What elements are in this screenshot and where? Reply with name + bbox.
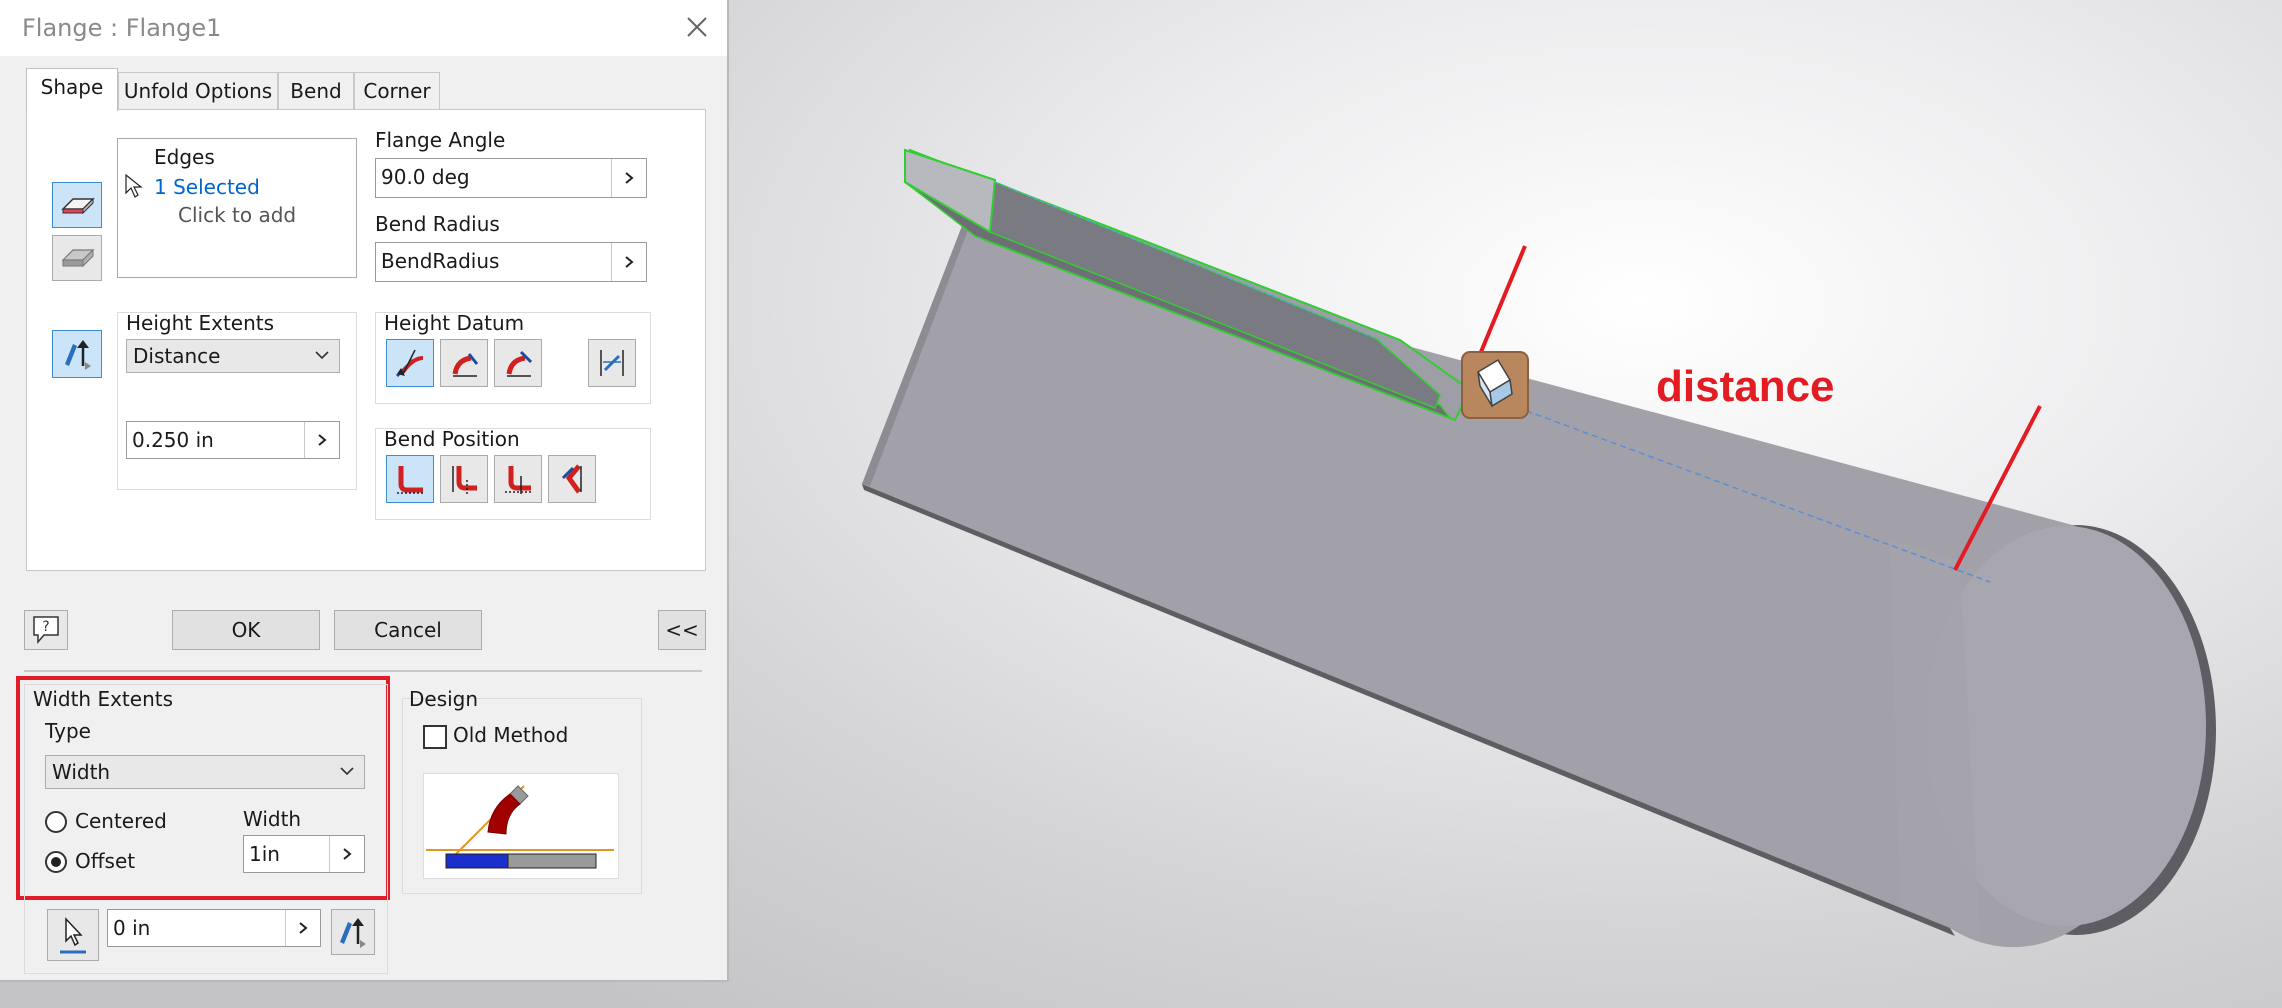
- bend-radius-field[interactable]: BendRadius: [375, 242, 647, 282]
- divider: [24, 670, 702, 672]
- window-title: Flange : Flange1: [22, 14, 222, 42]
- offset-label: Offset: [75, 849, 136, 873]
- flip-direction-button[interactable]: [52, 330, 102, 378]
- bend-position-from-adjacent-button[interactable]: [494, 455, 542, 503]
- align-parallel-icon: [600, 350, 624, 376]
- flip-direction-icon: [65, 340, 91, 370]
- chevron-right-icon: [343, 848, 352, 860]
- flange-angle-value: 90.0 deg: [381, 165, 470, 189]
- offset-value-field[interactable]: 0 in: [107, 909, 321, 947]
- datum-outer-mold-line-button[interactable]: [386, 339, 434, 387]
- height-extents-group: Height Extents Distance 0.250 in: [117, 311, 357, 490]
- offset-value: 0 in: [113, 916, 151, 940]
- height-extents-label: Height Extents: [126, 311, 275, 335]
- tab-corner[interactable]: Corner: [354, 72, 440, 110]
- tab-shape[interactable]: Shape: [26, 68, 118, 111]
- flange-angle-menu-button[interactable]: [611, 159, 646, 197]
- flange-angle-field[interactable]: 90.0 deg: [375, 158, 647, 198]
- edges-title: Edges: [154, 145, 215, 169]
- help-button[interactable]: ?: [24, 610, 68, 650]
- centered-radio[interactable]: [45, 811, 67, 833]
- design-preview-image: [423, 773, 619, 879]
- bend-radius-menu-button[interactable]: [611, 243, 646, 281]
- datum-align-parallel-button[interactable]: [588, 339, 636, 387]
- bend-position-group: Bend Position: [375, 427, 651, 520]
- tab-bend[interactable]: Bend: [278, 72, 354, 110]
- width-extents-group: Width Extents Type Width Centered Offset…: [24, 684, 388, 974]
- bend-position-label: Bend Position: [384, 427, 520, 451]
- edges-box[interactable]: Edges 1 Selected Click to add: [117, 138, 357, 278]
- cancel-button[interactable]: Cancel: [334, 610, 482, 650]
- offset-radio[interactable]: [45, 851, 67, 873]
- flange-angle-label: Flange Angle: [375, 128, 506, 152]
- chevron-right-icon: [625, 256, 634, 268]
- datum-tangent-button[interactable]: [494, 339, 542, 387]
- chevron-right-icon: [318, 434, 327, 446]
- edge-select-icon: [61, 197, 95, 215]
- collapse-button[interactable]: <<: [658, 610, 706, 650]
- width-value: 1in: [249, 842, 280, 866]
- edges-hint: Click to add: [178, 203, 297, 227]
- width-extents-label: Width Extents: [33, 687, 174, 711]
- old-method-checkbox[interactable]: [423, 725, 447, 749]
- shape-tab-panel: Edges 1 Selected Click to add Flange Ang…: [26, 109, 706, 571]
- edges-selected-count[interactable]: 1 Selected: [154, 175, 260, 199]
- width-type-value: Width: [52, 760, 111, 784]
- ok-button[interactable]: OK: [172, 610, 320, 650]
- edge-select-button[interactable]: [52, 182, 102, 228]
- svg-text:?: ?: [42, 619, 49, 635]
- chevron-right-icon: [625, 172, 634, 184]
- close-button[interactable]: [678, 10, 714, 46]
- datum-tangent-icon: [506, 350, 533, 377]
- title-bar: Flange : Flange1: [0, 0, 727, 56]
- height-distance-menu-button[interactable]: [304, 422, 339, 458]
- datum-inner-mold-line-button[interactable]: [440, 339, 488, 387]
- offset-flip-button[interactable]: [331, 909, 375, 955]
- bend-radius-label: Bend Radius: [375, 212, 500, 236]
- width-type-label: Type: [45, 719, 91, 743]
- tab-unfold-options[interactable]: Unfold Options: [118, 72, 278, 110]
- chevron-right-icon: [299, 922, 308, 934]
- flange-direction-glyph[interactable]: [1461, 351, 1529, 419]
- datum-outer-icon: [395, 349, 424, 378]
- height-extents-type-value: Distance: [133, 344, 221, 368]
- bend-diagram-icon: [426, 785, 614, 869]
- datum-inner-icon: [452, 353, 479, 377]
- bend-adjacent-icon: [505, 466, 533, 494]
- bend-outside-icon: [452, 466, 477, 494]
- design-label: Design: [409, 687, 479, 711]
- distance-annotation: distance: [1656, 362, 1835, 411]
- bend-inside-icon: [397, 466, 425, 494]
- width-type-dropdown[interactable]: Width: [45, 755, 365, 789]
- contour-select-button[interactable]: [52, 235, 102, 281]
- bend-position-outside-button[interactable]: [440, 455, 488, 503]
- offset-value-menu-button[interactable]: [285, 910, 320, 946]
- height-distance-field[interactable]: 0.250 in: [126, 421, 340, 459]
- height-extents-type-dropdown[interactable]: Distance: [126, 339, 340, 373]
- old-method-label: Old Method: [453, 723, 569, 747]
- face-select-icon: [61, 248, 95, 268]
- height-datum-label: Height Datum: [384, 311, 525, 335]
- bend-tangent-icon: [561, 464, 582, 494]
- design-group: Design Old Method: [402, 687, 642, 894]
- height-datum-group: Height Datum: [375, 311, 651, 404]
- width-value-field[interactable]: 1in: [243, 835, 365, 873]
- cursor-select-icon: [60, 917, 86, 954]
- help-icon: ?: [33, 616, 59, 645]
- chevron-down-icon: [315, 351, 329, 360]
- chevron-down-icon: [340, 767, 354, 776]
- flip-direction-icon: [340, 918, 366, 948]
- offset-reference-select-button[interactable]: [47, 909, 99, 961]
- bend-position-tangent-button[interactable]: [548, 455, 596, 503]
- flange-dialog: Flange : Flange1 Shape Unfold Options Be…: [0, 0, 729, 982]
- bend-position-inside-button[interactable]: [386, 455, 434, 503]
- close-icon: [687, 17, 707, 37]
- bend-radius-value: BendRadius: [381, 249, 500, 273]
- height-distance-value: 0.250 in: [132, 428, 214, 452]
- width-value-label: Width: [243, 807, 302, 831]
- width-value-menu-button[interactable]: [329, 836, 364, 872]
- centered-label: Centered: [75, 809, 167, 833]
- cursor-icon: [125, 173, 143, 198]
